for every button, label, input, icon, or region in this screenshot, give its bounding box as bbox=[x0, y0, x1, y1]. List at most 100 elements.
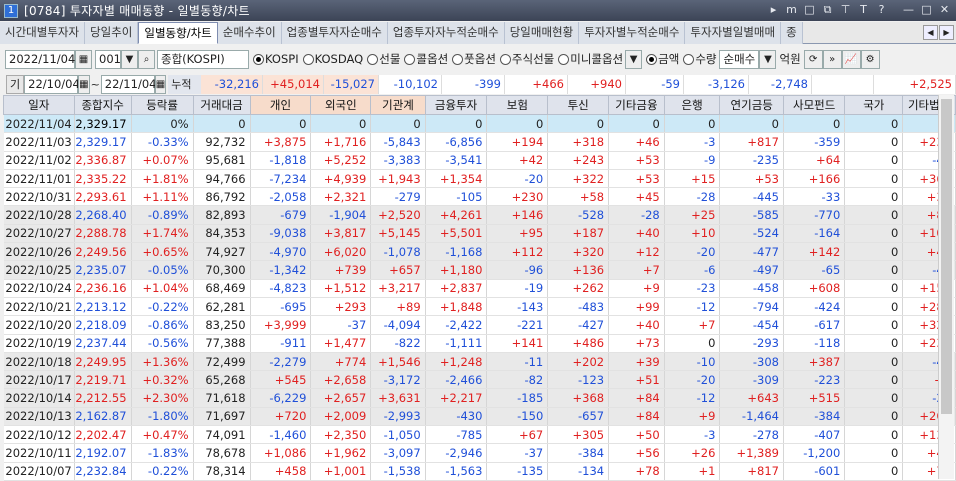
window-number-badge: 1 bbox=[4, 3, 18, 18]
table-row[interactable]: 2022/10/18 2,249.95 +1.36% 72,499 -2,279 +774… bbox=[3, 352, 956, 372]
period-tilde: ~ bbox=[90, 77, 100, 91]
link-icon[interactable]: ⧉ bbox=[820, 2, 835, 18]
menu-icon[interactable]: ▸ bbox=[766, 2, 781, 18]
column-header-12[interactable]: 연기금등 bbox=[719, 95, 784, 115]
table-row[interactable]: 2022/10/17 2,219.71 +0.32% 65,268 +545 +2,658… bbox=[3, 370, 956, 390]
tab-prev-icon[interactable]: ◀ bbox=[923, 25, 938, 40]
code-input[interactable]: 001 bbox=[95, 49, 121, 69]
tab-7[interactable]: 투자자별누적순매수 bbox=[579, 22, 686, 44]
mode-dropdown-icon[interactable]: ▼ bbox=[759, 49, 777, 69]
maximize-icon[interactable]: □ bbox=[919, 2, 934, 18]
table-row[interactable]: 2022/10/07 2,232.84 -0.22% 78,314 +458 +1,001… bbox=[3, 462, 956, 481]
qty-radio[interactable]: 수량 bbox=[683, 51, 716, 67]
column-header-13[interactable]: 사모펀드 bbox=[782, 95, 846, 115]
date-input[interactable]: 2022/11/04 bbox=[5, 49, 75, 69]
calendar-to-icon[interactable]: ▦ bbox=[154, 74, 167, 94]
chart-icon[interactable]: 📈 bbox=[841, 49, 861, 69]
table-cell: -293 bbox=[719, 334, 784, 353]
column-header-7[interactable]: 금융투자 bbox=[424, 95, 488, 115]
cumulative-sum-9: -2,748 bbox=[749, 74, 812, 94]
market-radio-5[interactable]: 주식선물 bbox=[499, 51, 554, 67]
amount-radio[interactable]: 금액 bbox=[646, 51, 679, 67]
table-cell: 0 bbox=[844, 315, 904, 335]
table-row[interactable]: 2022/10/21 2,213.12 -0.22% 62,281 -695 +293 +8… bbox=[3, 297, 956, 317]
table-row[interactable]: 2022/11/01 2,335.22 +1.81% 94,766 -7,234 +4,9… bbox=[3, 169, 956, 189]
vertical-scrollbar[interactable] bbox=[938, 95, 954, 479]
table-row[interactable]: 2022/10/12 2,202.47 +0.47% 74,091 -1,460 +2,3… bbox=[3, 425, 956, 445]
table-cell: +1 bbox=[664, 462, 721, 481]
calendar-from-icon[interactable]: ▦ bbox=[78, 74, 90, 94]
tab-6[interactable]: 당일매매현황 bbox=[504, 22, 580, 44]
table-cell: +458 bbox=[250, 462, 312, 481]
column-header-6[interactable]: 기관계 bbox=[370, 95, 426, 115]
column-header-11[interactable]: 은행 bbox=[663, 95, 721, 115]
close-icon[interactable]: ✕ bbox=[937, 2, 952, 18]
period-row: 기간 22/10/04 ▦ ~ 22/11/04 ▦ 누적순매수 -32,216… bbox=[0, 74, 956, 129]
table-cell: -2,422 bbox=[425, 315, 488, 335]
table-row[interactable]: 2022/10/20 2,218.09 -0.86% 83,250 +3,999 -37-… bbox=[3, 315, 956, 335]
table-row[interactable]: 2022/11/042,329.170%0000000000000 bbox=[3, 114, 956, 134]
table-row[interactable]: 2022/10/13 2,162.87 -1.80% 71,697 +720 +2,009… bbox=[3, 407, 956, 427]
column-header-2[interactable]: 등락률 bbox=[130, 95, 194, 115]
column-header-14[interactable]: 국가 bbox=[844, 95, 904, 115]
table-cell: 0% bbox=[131, 114, 194, 134]
table-row[interactable]: 2022/10/26 2,249.56 +0.65% 74,927 -4,970 +6,0… bbox=[3, 242, 956, 262]
help-icon[interactable]: ? bbox=[874, 2, 889, 18]
minimize-icon[interactable]: — bbox=[901, 2, 916, 18]
period-to-input[interactable]: 22/11/04 bbox=[100, 74, 156, 94]
save-icon[interactable]: □ bbox=[802, 2, 817, 18]
table-row[interactable]: 2022/10/24 2,236.16 +1.04% 68,469 -4,823 +1,5… bbox=[3, 279, 956, 298]
refresh-icon[interactable]: ⟳ bbox=[803, 49, 823, 69]
column-header-3[interactable]: 거래대금 bbox=[192, 95, 251, 115]
mode-select[interactable]: 순매수 bbox=[719, 49, 760, 69]
column-header-9[interactable]: 투신 bbox=[547, 95, 610, 115]
tab-9[interactable]: 종 bbox=[781, 22, 803, 44]
market-radio-4[interactable]: 풋옵션 bbox=[452, 51, 496, 67]
table-row[interactable]: 2022/10/31 2,293.61 +1.11% 86,792 -2,058 +2,3… bbox=[3, 187, 956, 207]
table-cell: +2,657 bbox=[310, 388, 372, 408]
table-cell: 82,893 bbox=[193, 205, 251, 225]
table-cell: -1,563 bbox=[425, 462, 488, 481]
tab-5[interactable]: 업종투자자누적순매수 bbox=[387, 22, 505, 44]
period-from-input[interactable]: 22/10/04 bbox=[24, 74, 80, 94]
table-row[interactable]: 2022/10/19 2,237.44 -0.56% 77,388 -911 +1,477… bbox=[3, 334, 956, 353]
table-row[interactable]: 2022/10/27 2,288.78 +1.74% 84,353 -9,038 +3,8… bbox=[3, 224, 956, 244]
market-radio-1[interactable]: KOSDAQ bbox=[302, 51, 363, 67]
font-icon[interactable]: T bbox=[856, 2, 871, 18]
scroll-thumb[interactable] bbox=[941, 99, 952, 414]
tab-bar: 시간대별투자자 당일추이 일별동향/차트 순매수추이 업종별투자자순매수 업종투자자누적순… bbox=[0, 22, 956, 44]
next-page-icon[interactable]: » bbox=[822, 49, 842, 69]
market-dropdown-icon[interactable]: ▼ bbox=[625, 49, 643, 69]
tab-1[interactable]: 당일추이 bbox=[85, 22, 139, 44]
table-cell: -1,904 bbox=[310, 205, 372, 225]
tab-0[interactable]: 시간대별투자자 bbox=[0, 22, 86, 44]
column-header-5[interactable]: 외국인 bbox=[310, 95, 372, 115]
market-radio-2[interactable]: 선물 bbox=[367, 51, 400, 67]
column-header-1[interactable]: 종합지수 bbox=[73, 95, 132, 115]
memo-icon[interactable]: m bbox=[784, 2, 799, 18]
pin-icon[interactable]: ⊤ bbox=[838, 2, 853, 18]
column-header-8[interactable]: 보험 bbox=[486, 95, 549, 115]
tab-3[interactable]: 순매수추이 bbox=[217, 22, 282, 44]
code-dropdown-icon[interactable]: ▼ bbox=[121, 49, 138, 69]
column-header-4[interactable]: 개인 bbox=[249, 95, 312, 115]
market-radio-3[interactable]: 콜옵션 bbox=[404, 51, 448, 67]
search-icon[interactable]: ⌕ bbox=[138, 49, 155, 69]
table-cell: +7 bbox=[608, 260, 665, 280]
table-row[interactable]: 2022/11/02 2,336.87 +0.07% 95,681 -1,818 +5,2… bbox=[3, 151, 956, 170]
settings-icon[interactable]: ⚙ bbox=[860, 49, 880, 69]
calendar-icon[interactable]: ▦ bbox=[75, 49, 92, 69]
table-row[interactable]: 2022/11/03 2,329.17 -0.33% 92,732 +3,875 +1,7… bbox=[3, 132, 956, 152]
tab-4[interactable]: 업종별투자자순매수 bbox=[281, 22, 388, 44]
table-row[interactable]: 2022/10/28 2,268.40 -0.89% 82,893 -679 -1,904… bbox=[3, 205, 956, 225]
column-header-10[interactable]: 기타금융 bbox=[608, 95, 665, 115]
tab-next-icon[interactable]: ▶ bbox=[939, 25, 954, 40]
market-radio-6[interactable]: 미니콜옵션 bbox=[558, 51, 623, 67]
table-row[interactable]: 2022/10/25 2,235.07 -0.05% 70,300 -1,342 +739… bbox=[3, 260, 956, 280]
table-row[interactable]: 2022/10/14 2,212.55 +2.30% 71,618 -6,229 +2,6… bbox=[3, 388, 956, 408]
tab-2[interactable]: 일별동향/차트 bbox=[138, 22, 218, 44]
market-radio-0[interactable]: KOSPI bbox=[253, 51, 299, 67]
column-header-0[interactable]: 일자 bbox=[3, 95, 75, 115]
table-row[interactable]: 2022/10/11 2,192.07 -1.83% 78,678 +1,086 +1,9… bbox=[3, 443, 956, 463]
tab-8[interactable]: 투자자별일별매매 bbox=[685, 22, 782, 44]
